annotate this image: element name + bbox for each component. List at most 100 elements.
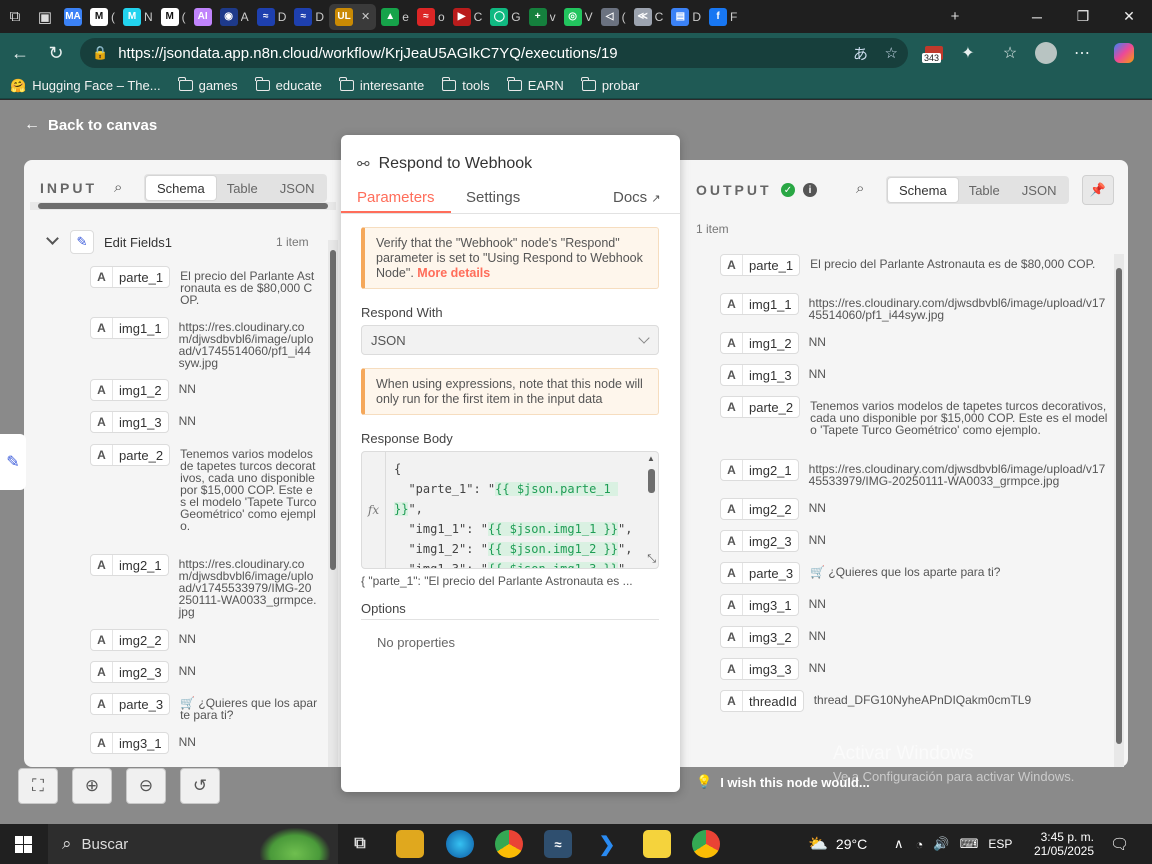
view-tab-table[interactable]: Table bbox=[958, 178, 1011, 202]
search-icon[interactable]: ⌕ bbox=[114, 179, 122, 196]
output-vscrollbar[interactable] bbox=[1114, 254, 1124, 767]
read-aloud-icon[interactable]: あ bbox=[853, 43, 868, 64]
field-key-chip[interactable]: Aimg2_3 bbox=[720, 530, 799, 552]
more-menu-icon[interactable]: ⋯ bbox=[1070, 41, 1094, 65]
favorite-star-icon[interactable]: ☆ bbox=[885, 44, 898, 62]
bookmark-item[interactable]: tools bbox=[441, 77, 490, 93]
vscode-icon[interactable]: ❯ bbox=[593, 830, 621, 858]
more-details-link[interactable]: More details bbox=[417, 266, 490, 280]
input-hscrollbar[interactable] bbox=[30, 202, 336, 210]
edge-icon[interactable] bbox=[446, 830, 474, 858]
sql-server-icon[interactable]: ≈ bbox=[544, 830, 572, 858]
info-icon[interactable]: i bbox=[803, 183, 817, 197]
browser-tab[interactable]: M( bbox=[158, 4, 189, 30]
refresh-icon[interactable]: ↻ bbox=[38, 35, 74, 71]
sticky-notes-icon[interactable] bbox=[643, 830, 671, 858]
zoom-out-icon[interactable]: ⊖ bbox=[126, 768, 166, 804]
view-tab-table[interactable]: Table bbox=[216, 176, 269, 200]
browser-tab[interactable]: ≈ D bbox=[254, 4, 290, 30]
browser-tab[interactable]: ◉ A bbox=[217, 4, 252, 30]
browser-tab[interactable]: UL ✕ bbox=[329, 3, 377, 30]
field-key-chip[interactable]: Aparte_2 bbox=[90, 444, 171, 466]
url-field[interactable]: 🔒 https://jsondata.app.n8n.cloud/workflo… bbox=[80, 38, 908, 68]
back-to-canvas-link[interactable]: ← Back to canvas bbox=[24, 116, 157, 134]
respond-with-select[interactable]: JSON bbox=[361, 325, 659, 355]
browser-tab[interactable]: ≈ o bbox=[414, 4, 448, 30]
code-scroll-thumb[interactable] bbox=[648, 469, 655, 493]
maximize-icon[interactable]: ❐ bbox=[1060, 0, 1106, 33]
view-tab-schema[interactable]: Schema bbox=[146, 176, 216, 200]
volume-icon[interactable]: 🔊 bbox=[933, 836, 949, 852]
field-key-chip[interactable]: Aparte_1 bbox=[90, 266, 171, 288]
weather-widget[interactable]: ⛅ 29°C bbox=[808, 824, 867, 864]
view-tab-json[interactable]: JSON bbox=[1011, 178, 1068, 202]
browser-tab[interactable]: ≈ D bbox=[291, 4, 327, 30]
chevron-up-icon[interactable]: ∧ bbox=[894, 836, 904, 852]
bookmark-item[interactable]: probar bbox=[581, 77, 639, 93]
field-key-chip[interactable]: Aimg3_2 bbox=[720, 626, 799, 648]
browser-tab[interactable]: ▶ C bbox=[450, 4, 486, 30]
favorites-icon[interactable]: ☆ bbox=[998, 41, 1022, 65]
chrome-profile-icon[interactable] bbox=[692, 830, 720, 858]
new-tab-icon[interactable]: + bbox=[940, 0, 970, 33]
browser-tab[interactable]: ◁( bbox=[598, 4, 629, 30]
tab-docs[interactable]: Docs ↗ bbox=[613, 189, 661, 206]
copilot-icon[interactable] bbox=[1112, 41, 1136, 65]
side-edit-icon[interactable]: ✎ bbox=[0, 434, 26, 490]
field-key-chip[interactable]: Aparte_3 bbox=[90, 693, 171, 715]
scroll-up-icon[interactable]: ▲ bbox=[647, 455, 656, 463]
browser-tab[interactable]: fF bbox=[706, 4, 740, 30]
field-key-chip[interactable]: Aimg1_3 bbox=[720, 364, 799, 386]
browser-tab[interactable]: + v bbox=[526, 4, 559, 30]
code-vscrollbar[interactable]: ▲ bbox=[647, 455, 656, 556]
field-key-chip[interactable]: AthreadId bbox=[720, 690, 804, 712]
field-key-chip[interactable]: Aparte_1 bbox=[720, 254, 801, 276]
pin-icon[interactable]: 📌 bbox=[1082, 175, 1114, 205]
profile-avatar[interactable] bbox=[1034, 41, 1058, 65]
chevron-down-icon[interactable] bbox=[46, 232, 59, 245]
wifi-icon[interactable]: ◔ bbox=[916, 837, 924, 852]
output-vscroll-thumb[interactable] bbox=[1116, 268, 1122, 744]
field-key-chip[interactable]: Aimg3_3 bbox=[720, 658, 799, 680]
task-view-icon[interactable]: ⧉ bbox=[346, 830, 374, 858]
field-key-chip[interactable]: Aimg2_3 bbox=[90, 661, 169, 683]
field-key-chip[interactable]: Aimg2_1 bbox=[720, 459, 799, 481]
browser-tab[interactable]: AI bbox=[191, 4, 215, 30]
chrome-icon[interactable] bbox=[495, 830, 523, 858]
view-tab-json[interactable]: JSON bbox=[269, 176, 326, 200]
fit-view-icon[interactable]: ⛶ bbox=[18, 768, 58, 804]
field-key-chip[interactable]: Aimg2_2 bbox=[90, 629, 169, 651]
field-key-chip[interactable]: Aimg1_1 bbox=[720, 293, 799, 315]
extensions-puzzle-icon[interactable]: ✦ bbox=[956, 41, 980, 65]
response-body-editor[interactable]: fx { "parte_1": "{{ $json.parte_1 }}", "… bbox=[361, 451, 659, 569]
bookmark-item[interactable]: interesante bbox=[339, 77, 424, 93]
view-tab-schema[interactable]: Schema bbox=[888, 178, 958, 202]
close-tab-icon[interactable]: ✕ bbox=[361, 10, 370, 23]
field-key-chip[interactable]: Aimg1_1 bbox=[90, 317, 169, 339]
workspaces-icon[interactable]: ⧉ bbox=[0, 0, 30, 33]
search-icon[interactable]: ⌕ bbox=[856, 180, 864, 197]
browser-tab[interactable]: MN bbox=[120, 4, 156, 30]
field-key-chip[interactable]: Aparte_2 bbox=[720, 396, 801, 418]
file-explorer-icon[interactable] bbox=[396, 830, 424, 858]
field-key-chip[interactable]: Aimg3_1 bbox=[90, 732, 169, 754]
reset-zoom-icon[interactable]: ↺ bbox=[180, 768, 220, 804]
clock[interactable]: 3:45 p. m. 21/05/2025 bbox=[1034, 824, 1094, 864]
field-key-chip[interactable]: Aimg3_1 bbox=[720, 594, 799, 616]
input-hscroll-thumb[interactable] bbox=[38, 203, 328, 209]
field-key-chip[interactable]: Aimg2_1 bbox=[90, 554, 169, 576]
tab-settings[interactable]: Settings bbox=[466, 189, 520, 206]
keyboard-icon[interactable]: ⌨ bbox=[960, 836, 979, 852]
extension-badge-icon[interactable]: 343 bbox=[922, 41, 946, 65]
browser-tab[interactable]: ◎ V bbox=[561, 4, 596, 30]
input-vscroll-thumb[interactable] bbox=[330, 250, 336, 570]
minimize-icon[interactable]: ─ bbox=[1014, 0, 1060, 33]
browser-tab[interactable]: MA bbox=[61, 4, 85, 30]
browser-tab[interactable]: ◯ G bbox=[487, 4, 523, 30]
back-icon[interactable]: ← bbox=[2, 35, 38, 71]
browser-tab[interactable]: ▲ e bbox=[378, 4, 412, 30]
field-key-chip[interactable]: Aparte_3 bbox=[720, 562, 801, 584]
vertical-tabs-icon[interactable]: ▣ bbox=[30, 0, 60, 33]
close-window-icon[interactable]: ✕ bbox=[1106, 0, 1152, 33]
taskbar-search[interactable]: ⌕ Buscar bbox=[48, 824, 338, 864]
